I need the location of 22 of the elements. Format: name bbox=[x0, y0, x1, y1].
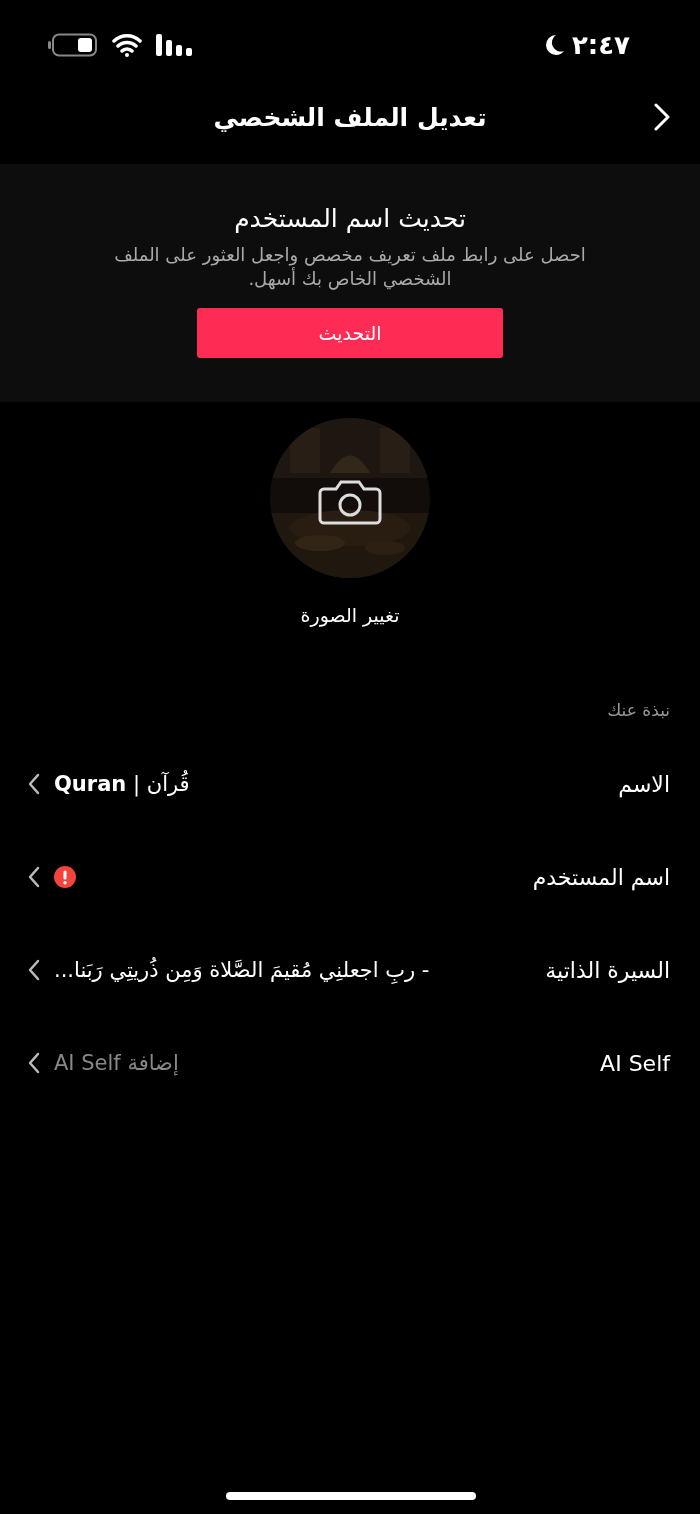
row-value: - ربِ اجعلنِي مُقيمَ الصَّلاة وَمِن ذُريتِي رَبَنا... bbox=[54, 958, 430, 983]
camera-icon bbox=[318, 478, 382, 525]
page-title: تعديل الملف الشخصي bbox=[213, 102, 487, 132]
wifi-icon bbox=[112, 33, 142, 57]
update-button[interactable]: التحديث bbox=[197, 307, 503, 358]
profile-row[interactable]: اسم المستخدم bbox=[28, 830, 670, 924]
chevron-icon bbox=[28, 959, 40, 982]
signal-icon bbox=[156, 34, 192, 56]
warning-icon bbox=[54, 866, 76, 889]
back-icon bbox=[654, 103, 670, 131]
change-photo-link[interactable]: تغيير الصورة bbox=[300, 603, 400, 626]
banner-title: تحديث اسم المستخدم bbox=[234, 204, 466, 233]
chevron-icon bbox=[28, 1052, 40, 1075]
banner-text: احصل على رابط ملف تعريف مخصص واجعل العثور على الملف الشخصي الخاص بك أسهل. bbox=[113, 243, 587, 292]
chevron-icon bbox=[28, 773, 40, 796]
back-button[interactable] bbox=[654, 103, 670, 131]
section-title: نبذة عنك bbox=[607, 699, 670, 720]
status-time: ٢:٤٧ bbox=[572, 30, 630, 60]
profile-row[interactable]: السيرة الذاتية - ربِ اجعلنِي مُقيمَ الصَّلاة وَمِن ذُريتِي رَبَنا... bbox=[28, 923, 670, 1017]
row-placeholder: إضافة AI Self bbox=[54, 1051, 179, 1076]
chevron-icon bbox=[28, 866, 40, 889]
battery-icon bbox=[48, 33, 98, 57]
